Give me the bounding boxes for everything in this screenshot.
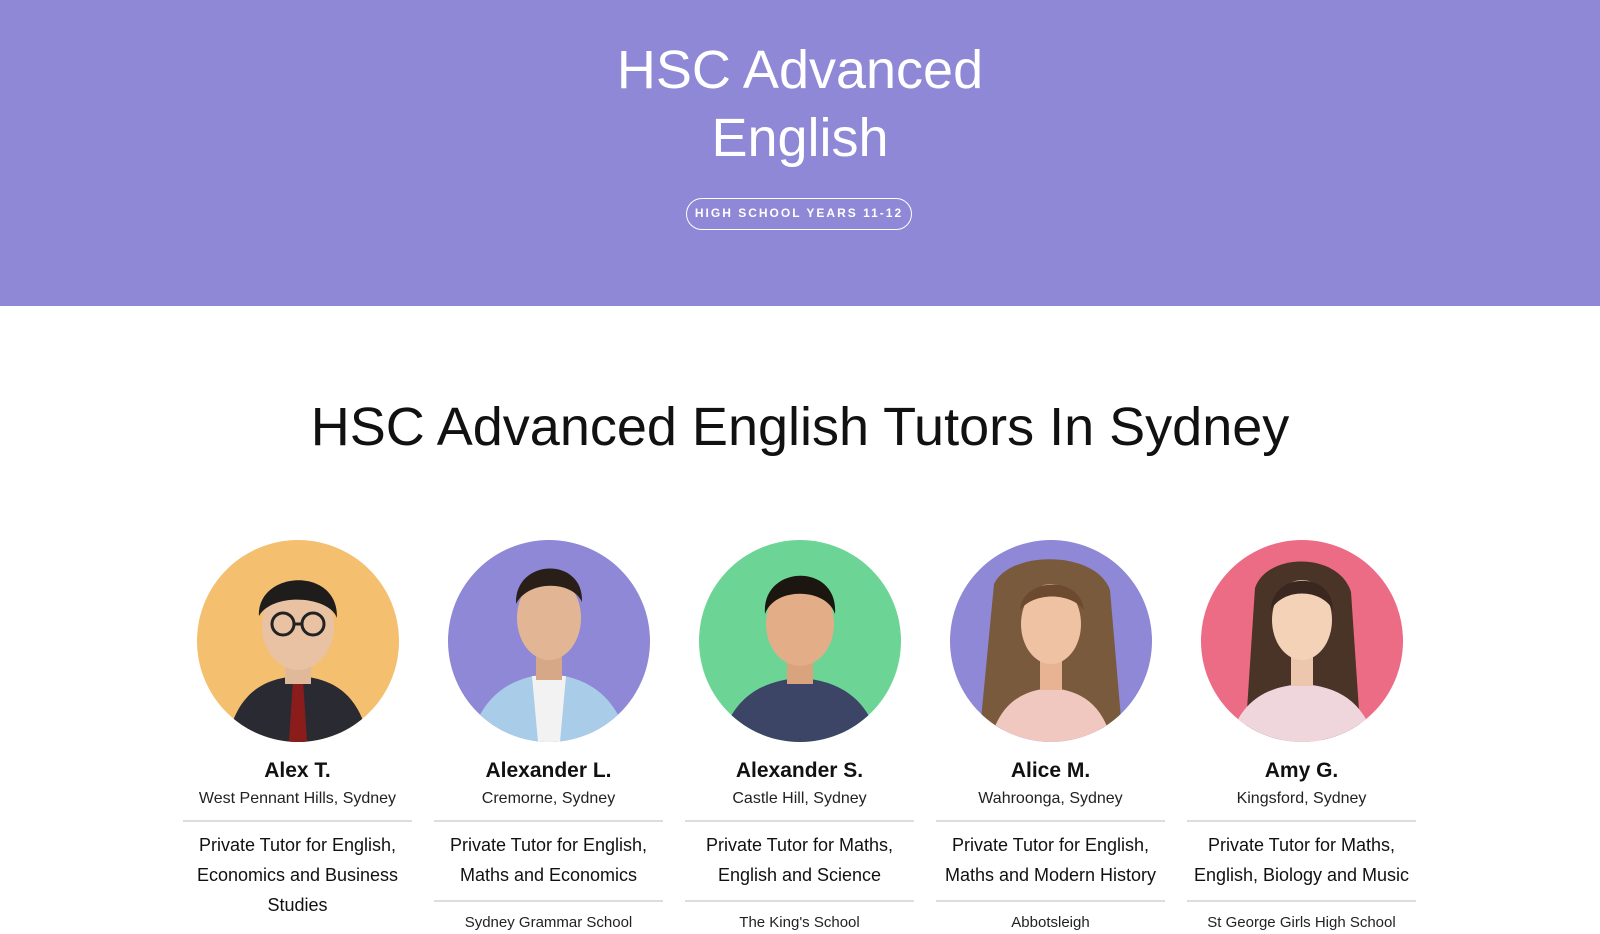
divider [685,820,914,822]
tutor-location: West Pennant Hills, Sydney [198,790,397,807]
divider [685,900,914,902]
tutor-avatar[interactable] [949,540,1152,742]
person-photo-icon [1228,561,1375,742]
person-photo-icon [979,559,1122,742]
tutor-card[interactable]: Alex T. West Pennant Hills, Sydney Priva… [183,540,412,920]
section-title: HSC Advanced English Tutors In Sydney [310,397,1290,457]
tutor-card[interactable]: Alexander L. Cremorne, Sydney Private Tu… [434,540,663,934]
tutor-name[interactable]: Amy G. [1187,758,1416,784]
hero-title-line1: HSC Advanced [616,40,984,100]
tutor-name[interactable]: Alex T. [183,758,412,784]
tutor-card[interactable]: Alice M. Wahroonga, Sydney Private Tutor… [936,540,1165,934]
tutor-avatar[interactable] [698,540,901,742]
tutor-school: Sydney Grammar School [464,914,633,931]
tutor-subjects: Private Tutor for English, Economics and… [196,835,399,915]
tutor-location: Wahroonga, Sydney [978,790,1123,807]
divider [936,820,1165,822]
divider [434,820,663,822]
tutor-name[interactable]: Alexander L. [434,758,663,784]
tutor-subjects: Private Tutor for Maths, English and Sci… [705,835,894,885]
tutor-subjects: Private Tutor for Maths, English, Biolog… [1193,835,1410,885]
tutor-school: Abbotsleigh [1011,914,1090,931]
divider [936,900,1165,902]
person-photo-icon [720,575,879,742]
divider [183,820,412,822]
divider [1187,900,1416,902]
tutor-name[interactable]: Alexander S. [685,758,914,784]
level-badge[interactable]: HIGH SCHOOL YEARS 11-12 [686,198,912,230]
tutor-location: Kingsford, Sydney [1236,790,1367,807]
hero-title-line2: English [711,108,889,168]
tutor-card[interactable]: Alexander S. Castle Hill, Sydney Private… [685,540,914,934]
tutor-avatar[interactable] [447,540,650,742]
person-photo-icon [226,580,369,742]
tutor-list: Alex T. West Pennant Hills, Sydney Priva… [183,540,1418,931]
tutor-subjects: Private Tutor for English, Maths and Mod… [944,835,1157,885]
person-photo-icon [469,568,628,742]
tutor-avatar[interactable] [196,540,399,742]
tutor-school: St George Girls High School [1207,914,1396,931]
tutor-card[interactable]: Amy G. Kingsford, Sydney Private Tutor f… [1187,540,1416,934]
tutor-location: Cremorne, Sydney [481,790,616,807]
tutor-subjects: Private Tutor for English, Maths and Eco… [449,835,648,885]
hero-banner: HSC Advanced English HIGH SCHOOL YEARS 1… [0,0,1600,306]
divider [434,900,663,902]
tutor-school: The King's School [739,914,860,931]
tutor-location: Castle Hill, Sydney [732,790,867,807]
tutor-avatar[interactable] [1200,540,1403,742]
divider [1187,820,1416,822]
hero-title: HSC Advanced English [0,36,1600,172]
tutor-name[interactable]: Alice M. [936,758,1165,784]
